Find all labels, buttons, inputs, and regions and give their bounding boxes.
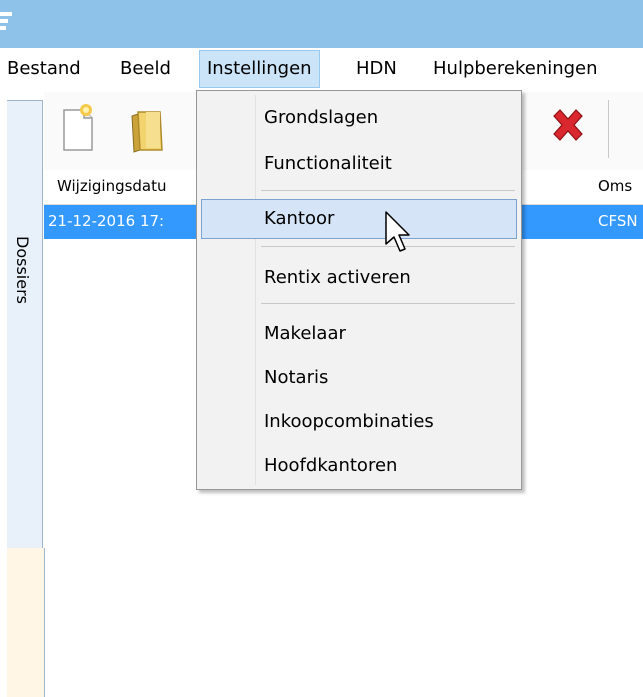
new-document-icon[interactable] [54,102,98,156]
dossiers-tab-label: Dossiers [13,236,32,304]
menu-bestand[interactable]: Bestand [0,50,88,88]
menu-item-hoofdkantoren[interactable]: Hoofdkantoren [201,446,517,486]
mouse-pointer-icon [384,210,412,258]
menu-hulpberekeningen[interactable]: Hulpberekeningen [426,50,605,88]
menu-item-inkoopcombinaties[interactable]: Inkoopcombinaties [201,402,517,442]
instellingen-dropdown: Grondslagen Functionaliteit Kantoor Rent… [196,90,522,490]
menu-instellingen[interactable]: Instellingen [199,50,320,88]
menu-separator [261,190,515,191]
dossiers-tab[interactable] [7,100,43,565]
menu-beeld[interactable]: Beeld [113,50,178,88]
app-icon [0,12,12,32]
menu-item-functionaliteit[interactable]: Functionaliteit [201,144,517,184]
menu-item-kantoor[interactable]: Kantoor [201,199,517,239]
row-date: 21-12-2016 17: [48,212,165,230]
open-folder-icon[interactable] [124,102,168,156]
menu-separator [261,303,515,304]
delete-icon[interactable] [546,102,590,156]
row-omschrijving: CFSN [598,212,638,230]
left-dock: Dossiers [0,92,45,697]
menu-item-rentix-activeren[interactable]: Rentix activeren [201,258,517,298]
menu-item-grondslagen[interactable]: Grondslagen [201,98,517,138]
dock-panel [7,548,45,697]
toolbar-separator [608,100,609,158]
menu-item-notaris[interactable]: Notaris [201,358,517,398]
menu-item-makelaar[interactable]: Makelaar [201,314,517,354]
menu-bar: Bestand Beeld Instellingen HDN Hulpberek… [0,48,643,93]
column-header-omschrijving[interactable]: Oms [598,177,632,195]
title-bar [0,0,643,48]
menu-hdn[interactable]: HDN [349,50,404,88]
column-header-wijzigingsdatum[interactable]: Wijzigingsdatu [57,177,167,195]
